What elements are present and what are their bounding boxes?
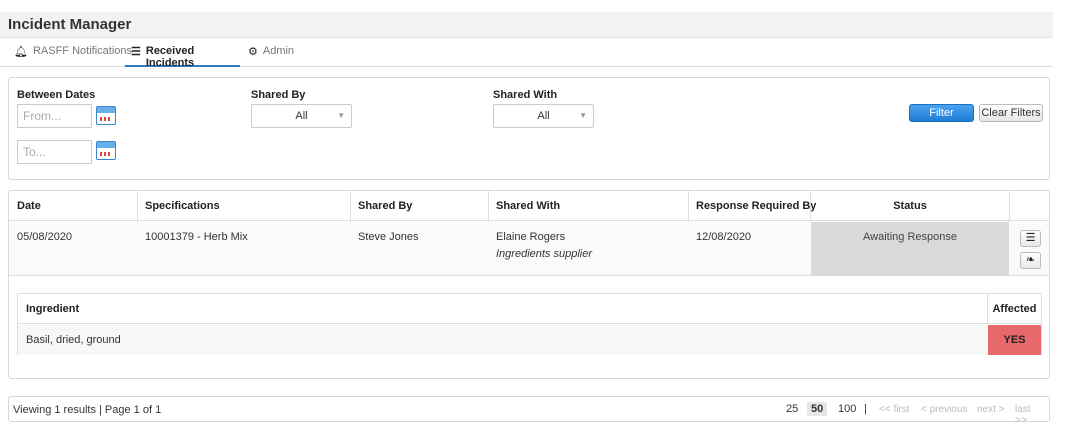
ingredient-row: Basil, dried, ground YES bbox=[18, 325, 1041, 355]
tab-received-incidents[interactable]: ☰ Received Incidents bbox=[125, 38, 240, 69]
shared-by-select[interactable]: All ▼ bbox=[251, 104, 352, 128]
col-response-required-by: Response Required By bbox=[696, 200, 817, 212]
cell-ingredient: Basil, dried, ground bbox=[26, 334, 121, 346]
gear-icon: ⚙ bbox=[248, 46, 258, 58]
page-size-100[interactable]: 100 bbox=[834, 402, 860, 416]
shared-with-select[interactable]: All ▼ bbox=[493, 104, 594, 128]
shared-with-role: Ingredients supplier bbox=[496, 248, 593, 260]
affected-badge: YES bbox=[988, 325, 1041, 355]
col-status: Status bbox=[893, 200, 927, 212]
pagination-bar: Viewing 1 results | Page 1 of 1 25 50 10… bbox=[8, 396, 1050, 426]
tab-label: Received Incidents bbox=[145, 45, 195, 69]
cell-date: 05/08/2020 bbox=[17, 231, 73, 243]
ingredients-button[interactable]: ❧ bbox=[1020, 252, 1041, 269]
col-ingredient: Ingredient bbox=[26, 303, 80, 315]
filter-panel: Between Dates Shared By All ▼ Shared Wit… bbox=[8, 77, 1050, 180]
list-icon: ☰ bbox=[131, 46, 141, 58]
page-size-25[interactable]: 25 bbox=[782, 402, 802, 416]
bell-icon: 🔔︎ bbox=[14, 46, 28, 58]
app-title: Incident Manager bbox=[8, 16, 132, 33]
shared-by-value: All bbox=[295, 110, 308, 122]
list-icon: ☰ bbox=[1025, 232, 1036, 244]
col-specifications: Specifications bbox=[145, 200, 220, 212]
col-shared-by: Shared By bbox=[358, 200, 413, 212]
table-row[interactable]: 05/08/2020 10001379 - Herb Mix Steve Jon… bbox=[9, 222, 1049, 276]
incidents-table: Date Specifications Shared By Shared Wit… bbox=[8, 190, 1050, 379]
chevron-down-icon: ▼ bbox=[337, 111, 345, 120]
cell-shared-by: Steve Jones bbox=[358, 231, 419, 243]
shared-by-label: Shared By bbox=[251, 89, 306, 101]
shared-with-value: All bbox=[537, 110, 550, 122]
status-badge: Awaiting Response bbox=[811, 222, 1009, 276]
ingredients-table: Ingredient Affected Basil, dried, ground… bbox=[17, 293, 1042, 355]
leaf-icon: ❧ bbox=[1025, 254, 1036, 266]
cell-response-required-by: 12/08/2020 bbox=[696, 231, 752, 243]
tab-rasff-notifications[interactable]: 🔔︎ RASFF Notifications bbox=[8, 38, 138, 67]
col-affected: Affected bbox=[992, 303, 1037, 315]
nav-tabs: 🔔︎ RASFF Notifications ☰ Received Incide… bbox=[0, 38, 1053, 69]
cell-shared-with: Elaine Rogers Ingredients supplier bbox=[488, 231, 592, 260]
next-page-link[interactable]: next > bbox=[973, 403, 1009, 416]
filter-button[interactable]: Filter bbox=[909, 104, 974, 122]
results-info: Viewing 1 results | Page 1 of 1 bbox=[13, 404, 162, 416]
to-date-input[interactable] bbox=[17, 140, 92, 164]
first-page-link[interactable]: << first bbox=[875, 403, 914, 416]
last-page-link[interactable]: last >> bbox=[1011, 403, 1049, 427]
shared-with-label: Shared With bbox=[493, 89, 558, 101]
previous-page-link[interactable]: < previous bbox=[917, 403, 971, 416]
tab-label: Admin bbox=[262, 45, 295, 57]
app-header: Incident Manager bbox=[0, 12, 1053, 38]
between-dates-label: Between Dates bbox=[17, 89, 96, 101]
tab-admin[interactable]: ⚙ Admin bbox=[242, 38, 300, 67]
chevron-down-icon: ▼ bbox=[579, 111, 587, 120]
column-divider bbox=[987, 294, 988, 324]
calendar-icon[interactable] bbox=[96, 141, 116, 160]
col-shared-with: Shared With bbox=[496, 200, 561, 212]
calendar-icon[interactable] bbox=[96, 106, 116, 125]
pager-separator: | bbox=[864, 403, 867, 415]
cell-specification: 10001379 - Herb Mix bbox=[145, 231, 248, 243]
tab-label: RASFF Notifications bbox=[32, 45, 132, 57]
ingredients-header: Ingredient Affected bbox=[18, 294, 1041, 324]
shared-with-name: Elaine Rogers bbox=[496, 231, 566, 243]
clear-filters-button[interactable]: Clear Filters bbox=[979, 104, 1043, 122]
table-header: Date Specifications Shared By Shared Wit… bbox=[9, 191, 1049, 221]
from-date-input[interactable] bbox=[17, 104, 92, 128]
details-button[interactable]: ☰ bbox=[1020, 230, 1041, 247]
page-size-50[interactable]: 50 bbox=[807, 402, 828, 416]
col-date: Date bbox=[17, 200, 41, 212]
